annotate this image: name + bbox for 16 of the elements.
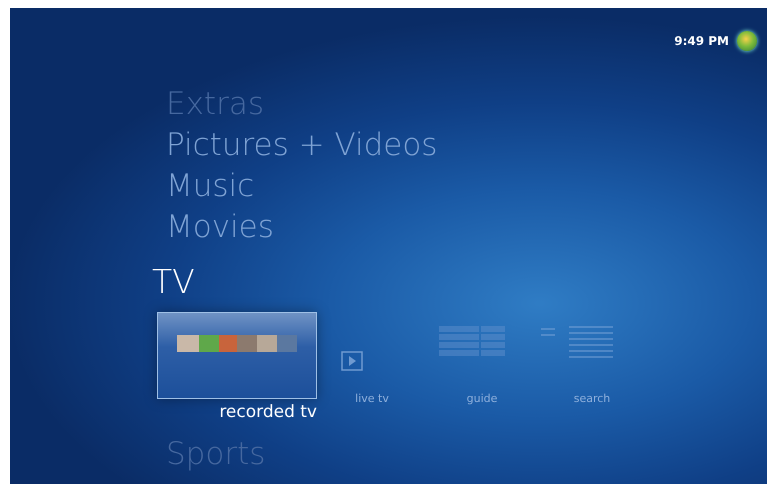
list-lines-icon (541, 326, 613, 358)
menu-option[interactable]: live tv (355, 392, 389, 405)
menu-category[interactable]: Movies (166, 207, 274, 248)
clock-time: 9:49 PM (674, 34, 729, 48)
start-orb-icon[interactable] (737, 31, 757, 51)
menu-option[interactable]: search (574, 392, 610, 405)
menu-category[interactable]: Music (166, 166, 254, 207)
current-category[interactable]: TV (152, 262, 195, 302)
menu-category[interactable]: Sports (166, 434, 266, 475)
tile-label: recorded tv (219, 402, 317, 422)
grid-icon (439, 326, 505, 358)
menu-category[interactable]: Pictures + Videos (166, 125, 438, 166)
play-icon (341, 351, 363, 371)
selected-tile[interactable] (157, 312, 317, 399)
menu-category[interactable]: Extras (166, 84, 264, 125)
menu-option[interactable]: guide (466, 392, 498, 405)
